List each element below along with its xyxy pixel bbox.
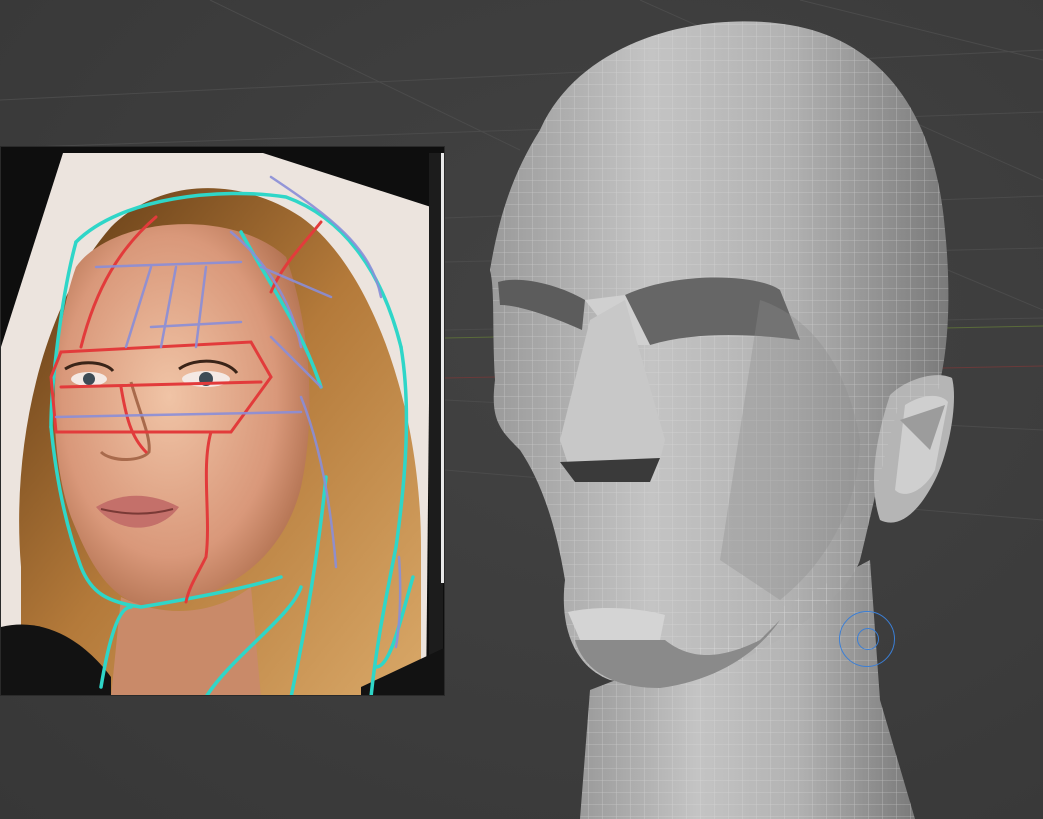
reference-image-panel — [0, 146, 445, 696]
3d-viewport[interactable] — [0, 0, 1043, 819]
reference-photo — [1, 147, 444, 695]
brush-cursor-inner-ring — [857, 628, 879, 650]
